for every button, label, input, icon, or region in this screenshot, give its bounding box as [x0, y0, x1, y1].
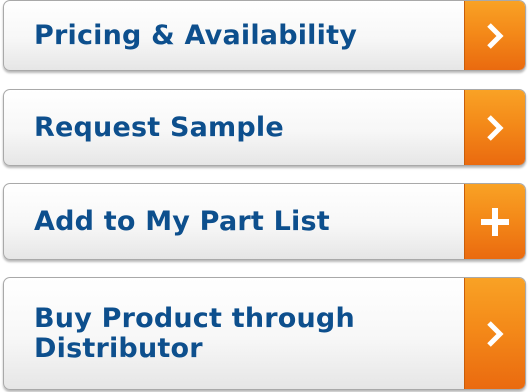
add-to-part-list-button[interactable]: Add to My Part List	[3, 183, 526, 260]
pricing-availability-button[interactable]: Pricing & Availability	[3, 0, 526, 71]
chevron-right-icon	[464, 1, 525, 70]
request-sample-button[interactable]: Request Sample	[3, 89, 526, 166]
chevron-right-icon	[464, 90, 525, 165]
buy-through-distributor-label: Buy Product through Distributor	[34, 302, 355, 364]
pricing-availability-label: Pricing & Availability	[34, 19, 357, 51]
buy-through-distributor-button[interactable]: Buy Product through Distributor	[3, 277, 526, 390]
chevron-right-icon	[464, 278, 525, 389]
request-sample-label: Request Sample	[34, 111, 284, 143]
plus-icon	[464, 184, 525, 259]
add-to-part-list-label: Add to My Part List	[34, 205, 330, 237]
